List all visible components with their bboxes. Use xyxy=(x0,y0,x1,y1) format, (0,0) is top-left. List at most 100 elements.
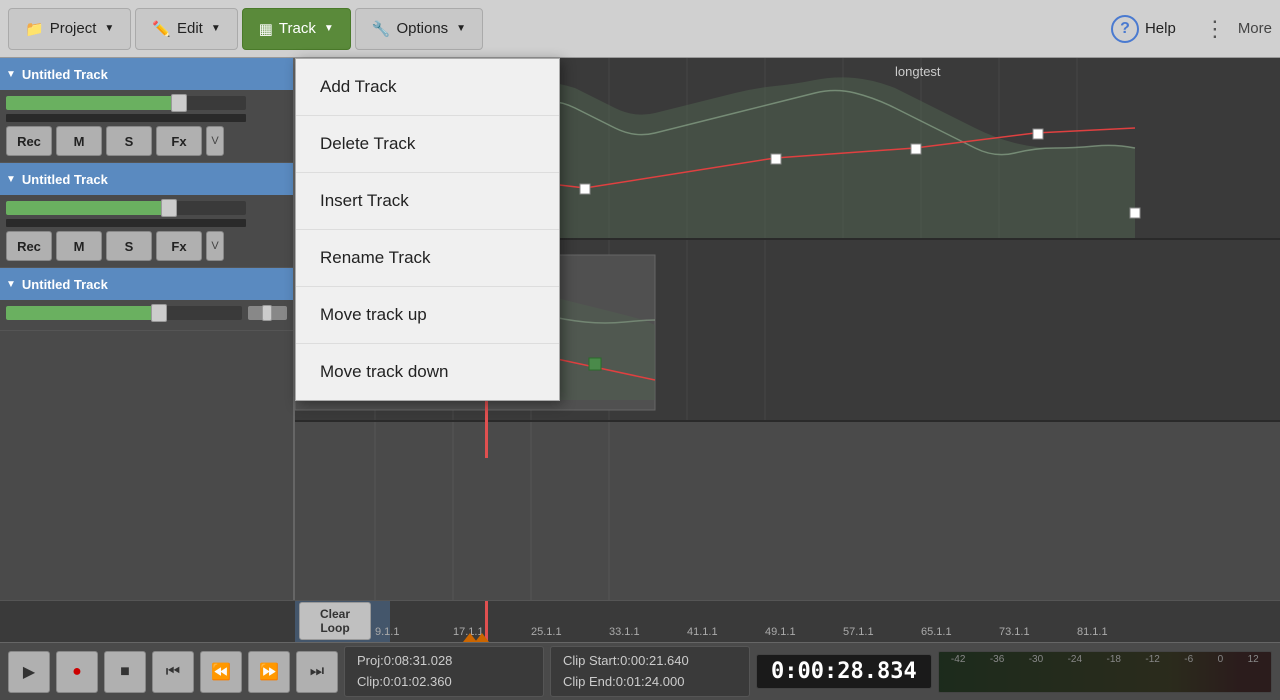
volume-fader-2[interactable] xyxy=(6,201,246,215)
help-circle-icon: ? xyxy=(1111,15,1139,43)
record-button[interactable]: ● xyxy=(56,651,98,693)
move-track-down-item[interactable]: Move track down xyxy=(296,344,559,400)
track-btn-row-1: Rec M S Fx V xyxy=(6,126,287,156)
ruler-label-6: 49.1.1 xyxy=(765,626,796,638)
move-track-up-item[interactable]: Move track up xyxy=(296,287,559,344)
project-label: Project xyxy=(50,20,97,37)
add-track-item[interactable]: Add Track xyxy=(296,59,559,116)
clip-start: Clip Start:0:00:21.640 xyxy=(563,651,737,672)
transport-info-left: Proj:0:08:31.028 Clip:0:01:02.360 xyxy=(344,646,544,698)
meter-label-2: -36 xyxy=(990,654,1004,665)
help-label: Help xyxy=(1145,20,1176,37)
track-controls-3 xyxy=(0,300,293,330)
clip-time: Clip:0:01:02.360 xyxy=(357,672,531,693)
track-meter-2 xyxy=(6,219,246,227)
more-label: More xyxy=(1238,20,1272,37)
pencil-icon: ✏️ xyxy=(152,20,171,38)
end-button[interactable]: ⏭ xyxy=(296,651,338,693)
ruler-label-8: 65.1.1 xyxy=(921,626,952,638)
rec-button-1[interactable]: Rec xyxy=(6,126,52,156)
rename-track-item[interactable]: Rename Track xyxy=(296,230,559,287)
fx-button-1[interactable]: Fx xyxy=(156,126,202,156)
end-icon: ⏭ xyxy=(310,663,324,681)
options-button[interactable]: 🔧 Options ▼ xyxy=(355,8,483,50)
fader-row-3 xyxy=(6,306,287,320)
meter-label-3: -30 xyxy=(1029,654,1043,665)
bottom-bar: ! ClearLoop 9.1.1 17.1.1 25.1.1 33.1.1 4… xyxy=(0,600,1280,700)
ruler-label-5: 41.1.1 xyxy=(687,626,718,638)
meter-label-4: -24 xyxy=(1068,654,1082,665)
track-chevron-2[interactable]: ▼ xyxy=(6,174,16,185)
clear-loop-label: ClearLoop xyxy=(320,607,350,636)
proj-time: Proj:0:08:31.028 xyxy=(357,651,531,672)
meter-label-1: -42 xyxy=(951,654,965,665)
more-dots-icon[interactable]: ⋮ xyxy=(1196,16,1234,42)
fx-button-2[interactable]: Fx xyxy=(156,231,202,261)
mute-button-1[interactable]: M xyxy=(56,126,102,156)
track-header-2: ▼ Untitled Track xyxy=(0,163,293,195)
fader-fill-1 xyxy=(6,96,179,110)
loop-btn-area: ClearLoop xyxy=(295,600,375,642)
waveform-track3[interactable] xyxy=(295,422,1280,600)
edit-button[interactable]: ✏️ Edit ▼ xyxy=(135,8,237,50)
transport-bar: ▶ ● ■ ⏮ ⏪ ⏩ ⏭ Proj:0:08:31.028 Clip:0:01… xyxy=(0,642,1280,700)
volume-fader-1[interactable] xyxy=(6,96,246,110)
track-chevron-1[interactable]: ▼ xyxy=(6,69,16,80)
track-dropdown-menu: Add Track Delete Track Insert Track Rena… xyxy=(295,58,560,401)
stop-button[interactable]: ■ xyxy=(104,651,146,693)
meter-label-9: 12 xyxy=(1248,654,1259,665)
fader-fill-2 xyxy=(6,201,169,215)
track-header-3: ▼ Untitled Track xyxy=(0,268,293,300)
rec-button-2[interactable]: Rec xyxy=(6,231,52,261)
track-item-1: ▼ Untitled Track Rec M S Fx V xyxy=(0,58,293,163)
chevron-down-icon4: ▼ xyxy=(456,23,466,34)
track-chevron-3[interactable]: ▼ xyxy=(6,279,16,290)
ruler-label-10: 81.1.1 xyxy=(1077,626,1108,638)
fader-row-1 xyxy=(6,96,287,110)
wrench-icon: 🔧 xyxy=(372,20,391,38)
back-button[interactable]: ⏪ xyxy=(200,651,242,693)
v-button-1[interactable]: V xyxy=(206,126,224,156)
fader-thumb-1[interactable] xyxy=(171,94,187,112)
v-button-2[interactable]: V xyxy=(206,231,224,261)
play-icon: ▶ xyxy=(23,662,35,682)
delete-track-item[interactable]: Delete Track xyxy=(296,116,559,173)
meter-label-5: -18 xyxy=(1106,654,1120,665)
back-icon: ⏪ xyxy=(211,662,231,682)
left-panel: ▼ Untitled Track Rec M S Fx V xyxy=(0,58,295,600)
play-button[interactable]: ▶ xyxy=(8,651,50,693)
solo-button-2[interactable]: S xyxy=(106,231,152,261)
fader-thumb-2[interactable] xyxy=(161,199,177,217)
rewind-button[interactable]: ⏮ xyxy=(152,651,194,693)
edit-label: Edit xyxy=(177,20,203,37)
fader-thumb-3[interactable] xyxy=(151,304,167,322)
meter-label-8: 0 xyxy=(1218,654,1224,665)
transport-time-display: 0:00:28.834 xyxy=(756,654,932,689)
track-label: Track xyxy=(279,20,316,37)
track-button[interactable]: ▦ Track ▼ xyxy=(242,8,351,50)
project-button[interactable]: 📁 Project ▼ xyxy=(8,8,131,50)
track-meter-1 xyxy=(6,114,246,122)
track-btn-row-2: Rec M S Fx V xyxy=(6,231,287,261)
meter-labels: -42 -36 -30 -24 -18 -12 -6 0 12 xyxy=(939,654,1271,665)
solo-button-1[interactable]: S xyxy=(106,126,152,156)
svg-text:longtest: longtest xyxy=(895,64,941,79)
track-name-3: Untitled Track xyxy=(22,277,108,292)
pan-fader-3[interactable] xyxy=(248,306,287,320)
meter-label-6: -12 xyxy=(1145,654,1159,665)
track-header-1: ▼ Untitled Track xyxy=(0,58,293,90)
help-button[interactable]: ? Help xyxy=(1099,9,1188,49)
forward-button[interactable]: ⏩ xyxy=(248,651,290,693)
fader-row-2 xyxy=(6,201,287,215)
loop-marker-triangle xyxy=(463,633,477,642)
toolbar: 📁 Project ▼ ✏️ Edit ▼ ▦ Track ▼ 🔧 Option… xyxy=(0,0,1280,58)
volume-fader-3[interactable] xyxy=(6,306,242,320)
mute-button-2[interactable]: M xyxy=(56,231,102,261)
marker-triangle xyxy=(475,633,489,642)
stop-icon: ■ xyxy=(120,663,130,681)
clear-loop-button[interactable]: ClearLoop xyxy=(299,602,371,640)
track-controls-1: Rec M S Fx V xyxy=(0,90,293,162)
fader-fill-3 xyxy=(6,306,159,320)
insert-track-item[interactable]: Insert Track xyxy=(296,173,559,230)
ruler-label-9: 73.1.1 xyxy=(999,626,1030,638)
